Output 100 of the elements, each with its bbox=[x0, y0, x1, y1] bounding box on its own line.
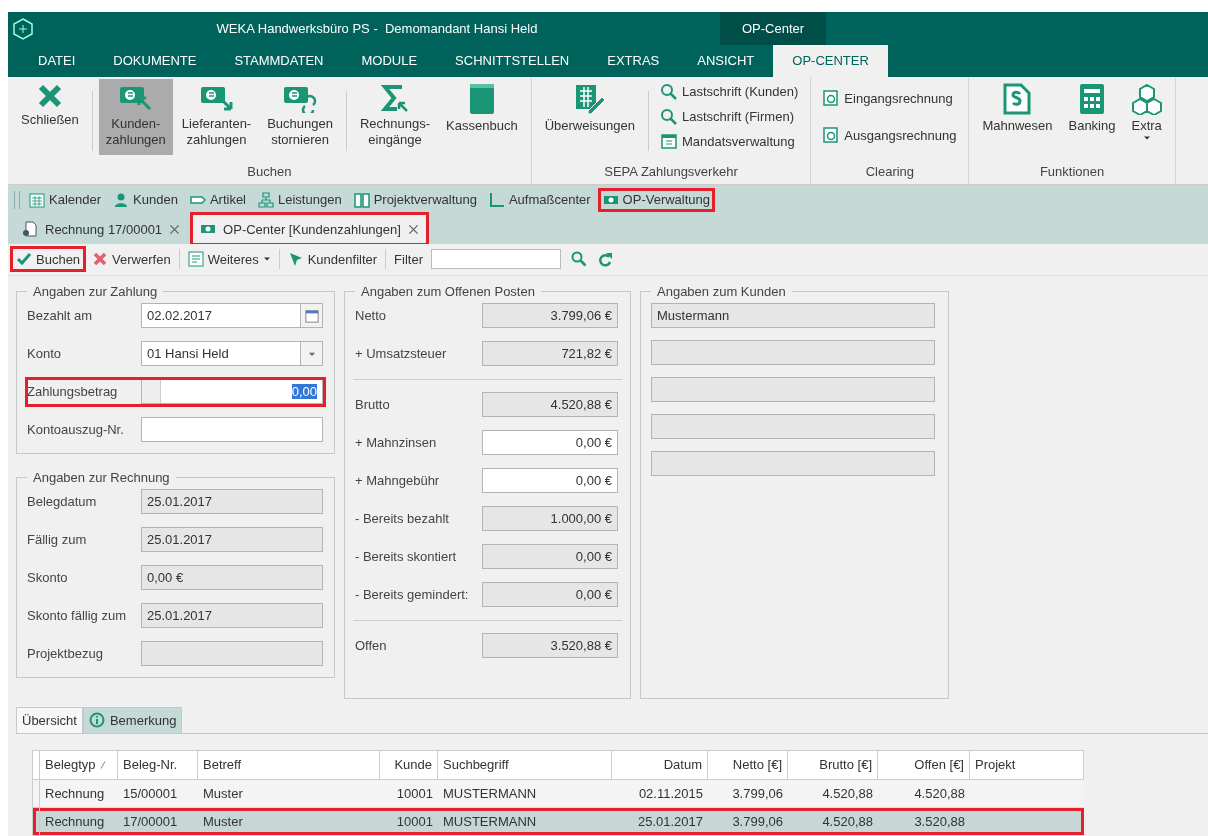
toolbar-button[interactable]: Weiteres bbox=[183, 248, 275, 271]
input-field[interactable]: 02.02.2017 bbox=[141, 303, 301, 329]
ribbon-button[interactable]: Überweisungen bbox=[537, 78, 642, 155]
table-cell: 02.11.2015 bbox=[612, 780, 708, 808]
table-cell: 25.01.2017 bbox=[612, 808, 708, 836]
calendar-button[interactable] bbox=[301, 303, 323, 329]
input-field[interactable]: 0,00 € bbox=[482, 430, 618, 456]
close-icon[interactable] bbox=[169, 223, 181, 235]
panel-title: Angaben zum Kunden bbox=[656, 284, 787, 299]
ribbon-button[interactable]: Extra bbox=[1124, 78, 1169, 155]
ribbon-button[interactable]: Schließen bbox=[14, 78, 86, 155]
toolbar-button[interactable]: Buchen bbox=[12, 248, 85, 271]
column-header[interactable]: Kunde bbox=[380, 750, 438, 780]
nav-link[interactable]: OP-Verwaltung bbox=[599, 189, 714, 210]
panel-tab[interactable]: Übersicht bbox=[16, 707, 83, 733]
app-logo-icon bbox=[12, 17, 34, 40]
table-cell: Rechnung bbox=[40, 780, 118, 808]
column-header[interactable]: Netto [€] bbox=[708, 750, 788, 780]
menu-tab[interactable]: EXTRAS bbox=[588, 45, 679, 77]
field-label: Belegdatum bbox=[27, 494, 98, 510]
ribbon-button[interactable]: Buchungen stornieren bbox=[260, 78, 340, 155]
ribbon-button[interactable]: Lieferanten- zahlungen bbox=[174, 78, 259, 155]
ribbon-button[interactable]: Banking bbox=[1061, 78, 1123, 155]
ribbon-button[interactable]: Lastschrift (Firmen) bbox=[661, 105, 799, 128]
menu-tab[interactable]: MODULE bbox=[342, 45, 437, 77]
nav-link[interactable]: Projektverwaltung bbox=[350, 189, 480, 210]
ribbon-button[interactable]: Kunden- zahlungen bbox=[98, 78, 173, 155]
table-cell: MUSTERMANN bbox=[438, 780, 612, 808]
readonly-field: 0,00 € bbox=[482, 544, 618, 570]
ribbon-button[interactable]: Kassenbuch bbox=[439, 78, 525, 155]
table-cell: 3.799,06 bbox=[708, 780, 788, 808]
column-header[interactable]: Suchbegriff bbox=[438, 750, 612, 780]
table-cell: 10001 bbox=[380, 780, 438, 808]
ribbon-button[interactable]: Mandatsverwaltung bbox=[661, 130, 799, 153]
column-header[interactable]: Datum bbox=[612, 750, 708, 780]
column-header[interactable]: Offen [€] bbox=[878, 750, 970, 780]
input-field[interactable]: 0,00 bbox=[141, 379, 323, 405]
menu-tab[interactable]: STAMMDATEN bbox=[215, 45, 343, 77]
ribbon-button[interactable]: Eingangsrechnung bbox=[823, 87, 957, 109]
document-tab[interactable]: Rechnung 17/00001 bbox=[14, 214, 189, 244]
input-field[interactable] bbox=[141, 417, 323, 443]
menu-tab[interactable]: DATEI bbox=[19, 45, 95, 77]
table-cell: Rechnung bbox=[40, 808, 118, 836]
column-header[interactable]: Betreff bbox=[198, 750, 380, 780]
table-cell: 15/00001 bbox=[118, 780, 198, 808]
readonly-field: 1.000,00 € bbox=[482, 506, 618, 532]
group-label: Funktionen bbox=[1038, 163, 1106, 182]
readonly-field: 25.01.2017 bbox=[141, 603, 323, 629]
check-icon bbox=[16, 251, 32, 268]
document-tab[interactable]: OP-Center [Kundenzahlungen] bbox=[192, 214, 427, 244]
panel-tab[interactable]: Bemerkung bbox=[82, 707, 183, 733]
nav-link[interactable]: Artikel bbox=[186, 189, 249, 210]
column-header[interactable]: Brutto [€] bbox=[788, 750, 878, 780]
ribbon-button[interactable]: Rechnungs- eingänge bbox=[353, 78, 438, 155]
group-label: Buchen bbox=[246, 163, 293, 182]
filter-field[interactable] bbox=[431, 249, 561, 270]
nav-link[interactable]: Kunden bbox=[110, 189, 181, 210]
filter-label: Filter bbox=[393, 251, 424, 267]
ribbon-button[interactable]: Lastschrift (Kunden) bbox=[661, 80, 799, 103]
calculator-icon bbox=[1078, 82, 1105, 115]
readonly-field: Mustermann bbox=[651, 303, 935, 328]
menu-tab[interactable]: DOKUMENTE bbox=[94, 45, 216, 77]
document-section-icon bbox=[1003, 82, 1032, 115]
field-label: Skonto bbox=[27, 570, 69, 586]
table-cell: Muster bbox=[198, 808, 380, 836]
toolbar-button[interactable]: Verwerfen bbox=[88, 248, 175, 271]
table-cell: 3.520,88 bbox=[878, 808, 970, 836]
ribbon-button[interactable]: Mahnwesen bbox=[975, 78, 1060, 155]
book-icon bbox=[468, 82, 495, 115]
search-icon bbox=[571, 251, 587, 268]
close-icon[interactable] bbox=[407, 223, 419, 235]
cubes-icon bbox=[1131, 82, 1162, 115]
calendar-icon bbox=[29, 191, 45, 208]
nav-link[interactable]: Aufmaßcenter bbox=[485, 189, 594, 210]
column-header[interactable]: Projekt bbox=[970, 750, 1084, 780]
table-cell: 17/00001 bbox=[118, 808, 198, 836]
nav-link[interactable]: Kalender bbox=[26, 189, 105, 210]
refresh-icon bbox=[597, 251, 613, 268]
column-header[interactable]: Belegtyp bbox=[40, 750, 118, 780]
menu-tab[interactable]: ANSICHT bbox=[678, 45, 774, 77]
nav-link[interactable]: Leistungen bbox=[255, 189, 345, 210]
menu-tab[interactable]: SCHNITTSTELLEN bbox=[436, 45, 589, 77]
input-field[interactable]: 0,00 € bbox=[482, 468, 618, 494]
close-icon bbox=[36, 82, 63, 109]
field-label: Skonto fällig zum bbox=[27, 608, 127, 624]
toolbar-button[interactable]: Kundenfilter bbox=[283, 248, 382, 271]
readonly-field: 25.01.2017 bbox=[141, 489, 323, 515]
table-cell: MUSTERMANN bbox=[438, 808, 612, 836]
ribbon-button[interactable]: Ausgangsrechnung bbox=[823, 124, 957, 146]
table-cell: 10001 bbox=[380, 808, 438, 836]
dropdown-button[interactable] bbox=[301, 341, 323, 367]
panel-title: Angaben zum Offenen Posten bbox=[360, 284, 536, 299]
panel-title: Angaben zur Zahlung bbox=[32, 284, 159, 299]
row-header[interactable] bbox=[32, 808, 40, 836]
readonly-field: 4.520,88 € bbox=[482, 392, 618, 418]
table-cell: Muster bbox=[198, 780, 380, 808]
column-header[interactable]: Beleg-Nr. bbox=[118, 750, 198, 780]
ruler-icon bbox=[488, 191, 505, 208]
account-dropdown[interactable]: 01 Hansi Held bbox=[141, 341, 301, 367]
menu-tab[interactable]: OP-CENTER bbox=[773, 45, 888, 77]
